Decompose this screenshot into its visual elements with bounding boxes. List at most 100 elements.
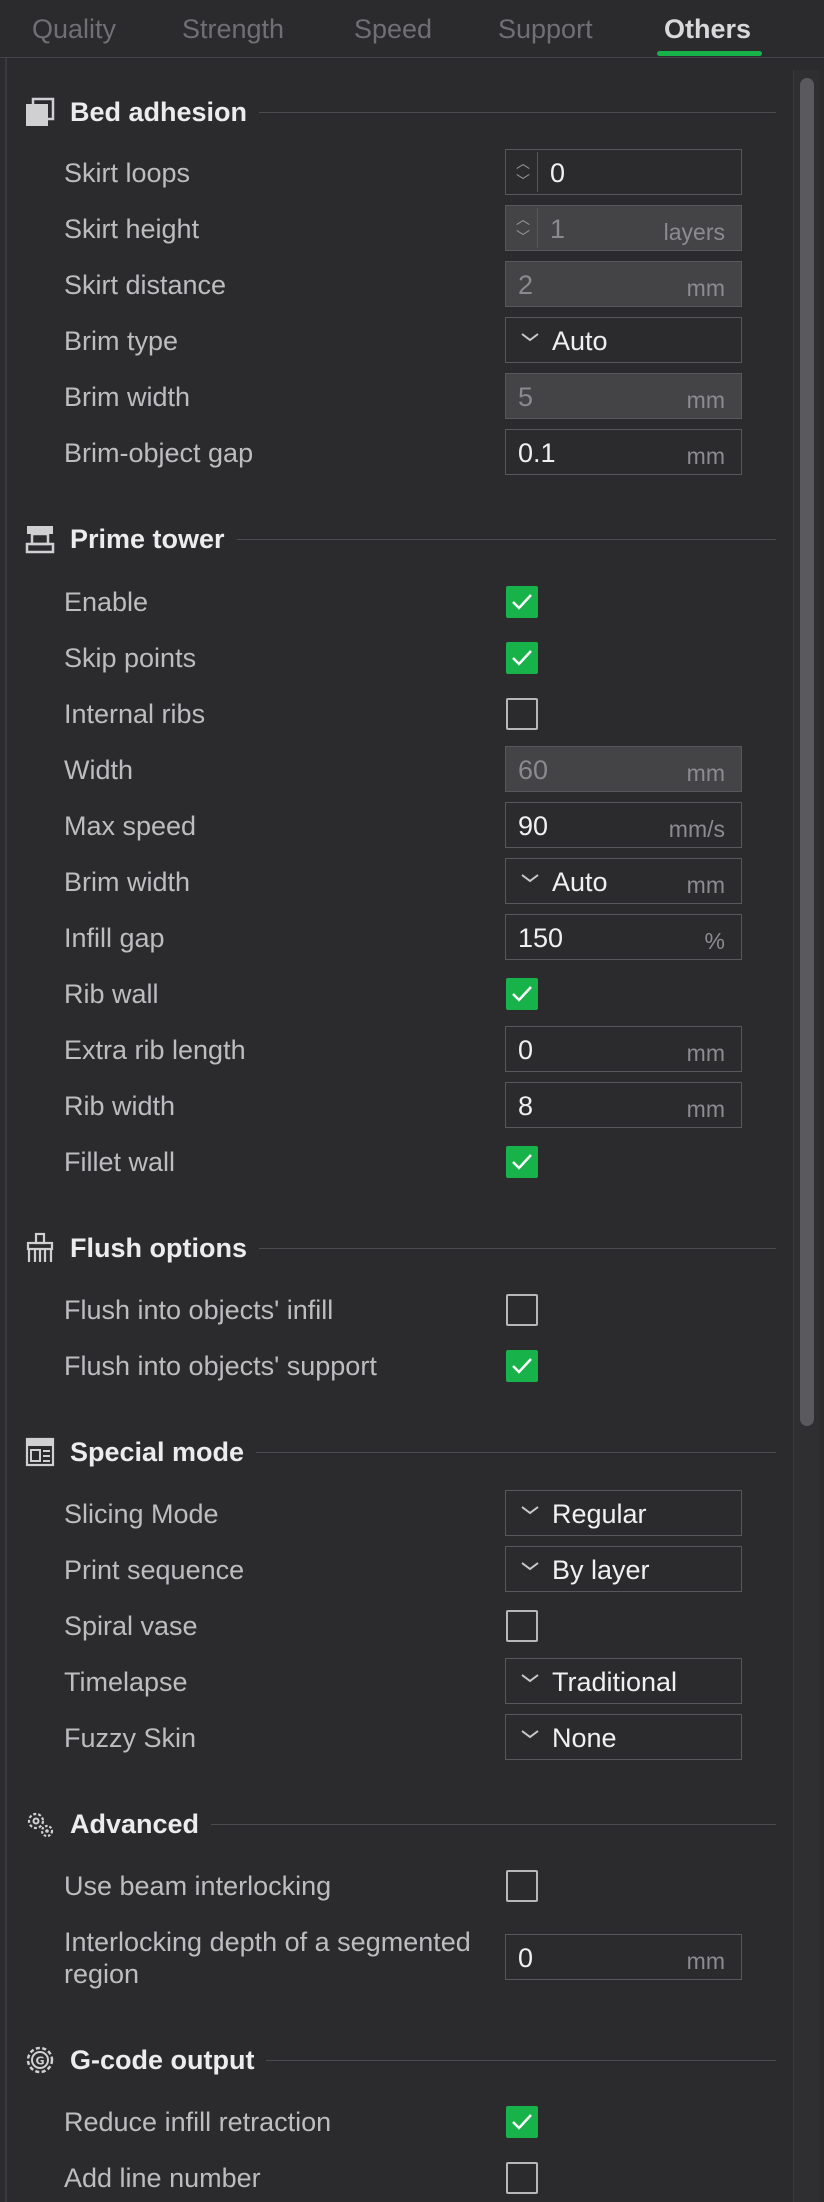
special-mode-icon bbox=[25, 1437, 55, 1467]
setting-label: Skirt loops bbox=[64, 158, 191, 188]
field-value: 90 bbox=[518, 811, 549, 841]
interlocking-depth-input[interactable]: 0 mm bbox=[505, 1934, 742, 1980]
section-title: G-code output bbox=[70, 2045, 267, 2076]
timelapse-dropdown[interactable]: Traditional bbox=[505, 1658, 742, 1704]
field-unit: mm/s bbox=[668, 816, 725, 842]
checkmark-icon bbox=[512, 1154, 532, 1170]
chevron-down-icon bbox=[521, 1674, 539, 1683]
field-value: Auto bbox=[552, 867, 608, 897]
beam-interlocking-checkbox[interactable] bbox=[506, 1870, 538, 1902]
spin-down-icon[interactable]: ﹀ bbox=[516, 230, 530, 244]
section-title: Bed adhesion bbox=[70, 97, 260, 128]
internal-ribs-checkbox[interactable] bbox=[506, 698, 538, 730]
field-value: 0 bbox=[518, 1035, 534, 1065]
flush-support-checkbox[interactable] bbox=[506, 1350, 538, 1382]
setting-label: Max speed bbox=[64, 811, 197, 841]
section-title: Prime tower bbox=[70, 524, 237, 555]
field-value: 0.1 bbox=[518, 438, 556, 468]
field-value: 0 bbox=[518, 1943, 534, 1973]
slicing-mode-dropdown[interactable]: Regular bbox=[505, 1490, 742, 1536]
setting-label: Extra rib length bbox=[64, 1035, 246, 1065]
tower-brim-width-dropdown[interactable]: Auto mm bbox=[505, 858, 742, 904]
skip-points-checkbox[interactable] bbox=[506, 642, 538, 674]
rib-wall-checkbox[interactable] bbox=[506, 978, 538, 1010]
flush-infill-checkbox[interactable] bbox=[506, 1294, 538, 1326]
setting-label: Width bbox=[64, 755, 134, 785]
field-value: 5 bbox=[518, 382, 534, 412]
infill-gap-input[interactable]: 150 % bbox=[505, 914, 742, 960]
skirt-distance-input[interactable]: 2 mm bbox=[505, 261, 742, 307]
setting-label: Use beam interlocking bbox=[64, 1871, 332, 1901]
extra-rib-length-input[interactable]: 0 mm bbox=[505, 1026, 742, 1072]
scrollbar-thumb[interactable] bbox=[800, 78, 814, 1426]
tab-others[interactable]: Others bbox=[664, 14, 751, 45]
brim-type-dropdown[interactable]: Auto bbox=[505, 317, 742, 363]
checkmark-icon bbox=[512, 594, 532, 610]
field-value: 60 bbox=[518, 755, 549, 785]
checkmark-icon bbox=[512, 986, 532, 1002]
section-title: Special mode bbox=[70, 1437, 257, 1468]
tab-support[interactable]: Support bbox=[498, 14, 593, 45]
setting-label: Skip points bbox=[64, 643, 197, 673]
checkmark-icon bbox=[512, 1358, 532, 1374]
setting-label: Fillet wall bbox=[64, 1147, 176, 1177]
setting-label: Spiral vase bbox=[64, 1611, 198, 1641]
prime-enable-checkbox[interactable] bbox=[506, 586, 538, 618]
setting-label: Print sequence bbox=[64, 1555, 245, 1585]
tower-width-input[interactable]: 60 mm bbox=[505, 746, 742, 792]
spin-down-icon[interactable]: ﹀ bbox=[516, 174, 530, 188]
spin-up-icon[interactable]: ︿ bbox=[516, 156, 530, 170]
section-title: Flush options bbox=[70, 1233, 259, 1264]
section-advanced: Advanced bbox=[0, 1804, 780, 1844]
setting-label: Enable bbox=[64, 587, 149, 617]
chevron-down-icon bbox=[521, 1562, 539, 1571]
gcode-gear-icon: G bbox=[26, 2046, 54, 2074]
skirt-loops-input[interactable]: ︿ ﹀ 0 bbox=[505, 149, 742, 195]
add-line-number-checkbox[interactable] bbox=[506, 2162, 538, 2194]
reduce-infill-retraction-checkbox[interactable] bbox=[506, 2106, 538, 2138]
flush-brush-icon bbox=[26, 1232, 54, 1262]
tab-quality[interactable]: Quality bbox=[32, 14, 116, 45]
field-value: 1 bbox=[550, 214, 566, 244]
rib-width-input[interactable]: 8 mm bbox=[505, 1082, 742, 1128]
chevron-down-icon bbox=[521, 1506, 539, 1515]
skirt-height-input[interactable]: ︿ ﹀ 1 layers bbox=[505, 205, 742, 251]
spin-up-icon[interactable]: ︿ bbox=[516, 212, 530, 226]
tab-speed[interactable]: Speed bbox=[354, 14, 432, 45]
tab-bar: Quality Strength Speed Support Others bbox=[0, 0, 824, 58]
fillet-wall-checkbox[interactable] bbox=[506, 1146, 538, 1178]
setting-label: Fuzzy Skin bbox=[64, 1723, 197, 1753]
field-value: 150 bbox=[518, 923, 564, 953]
setting-label: Brim type bbox=[64, 326, 179, 356]
fuzzy-skin-dropdown[interactable]: None bbox=[505, 1714, 742, 1760]
section-flush-options: Flush options bbox=[0, 1228, 780, 1268]
setting-label: Brim width bbox=[64, 867, 191, 897]
section-gcode-output: G G-code output bbox=[0, 2040, 780, 2080]
brim-object-gap-input[interactable]: 0.1 mm bbox=[505, 429, 742, 475]
section-bed-adhesion: Bed adhesion bbox=[0, 92, 780, 132]
max-speed-input[interactable]: 90 mm/s bbox=[505, 802, 742, 848]
field-value: None bbox=[552, 1723, 617, 1753]
spin-arrows[interactable]: ︿ ﹀ bbox=[508, 208, 538, 248]
field-unit: % bbox=[704, 928, 725, 954]
tab-strength[interactable]: Strength bbox=[182, 14, 284, 45]
checkmark-icon bbox=[512, 2114, 532, 2130]
setting-label: Add line number bbox=[64, 2163, 261, 2193]
setting-label: Flush into objects' support bbox=[64, 1351, 377, 1381]
setting-label: Slicing Mode bbox=[64, 1499, 219, 1529]
spiral-vase-checkbox[interactable] bbox=[506, 1610, 538, 1642]
field-value: 2 bbox=[518, 270, 534, 300]
field-value: Traditional bbox=[552, 1667, 678, 1697]
bed-adhesion-icon bbox=[26, 97, 55, 126]
section-title: Advanced bbox=[70, 1809, 212, 1840]
setting-label: Brim-object gap bbox=[64, 438, 254, 468]
setting-label: Flush into objects' infill bbox=[64, 1295, 334, 1325]
spin-arrows[interactable]: ︿ ﹀ bbox=[508, 152, 538, 192]
setting-label: Rib width bbox=[64, 1091, 176, 1121]
section-prime-tower: Prime tower bbox=[0, 519, 780, 559]
field-value: 0 bbox=[550, 158, 566, 188]
setting-label: Internal ribs bbox=[64, 699, 206, 729]
field-value: Auto bbox=[552, 326, 608, 356]
print-sequence-dropdown[interactable]: By layer bbox=[505, 1546, 742, 1592]
brim-width-input[interactable]: 5 mm bbox=[505, 373, 742, 419]
